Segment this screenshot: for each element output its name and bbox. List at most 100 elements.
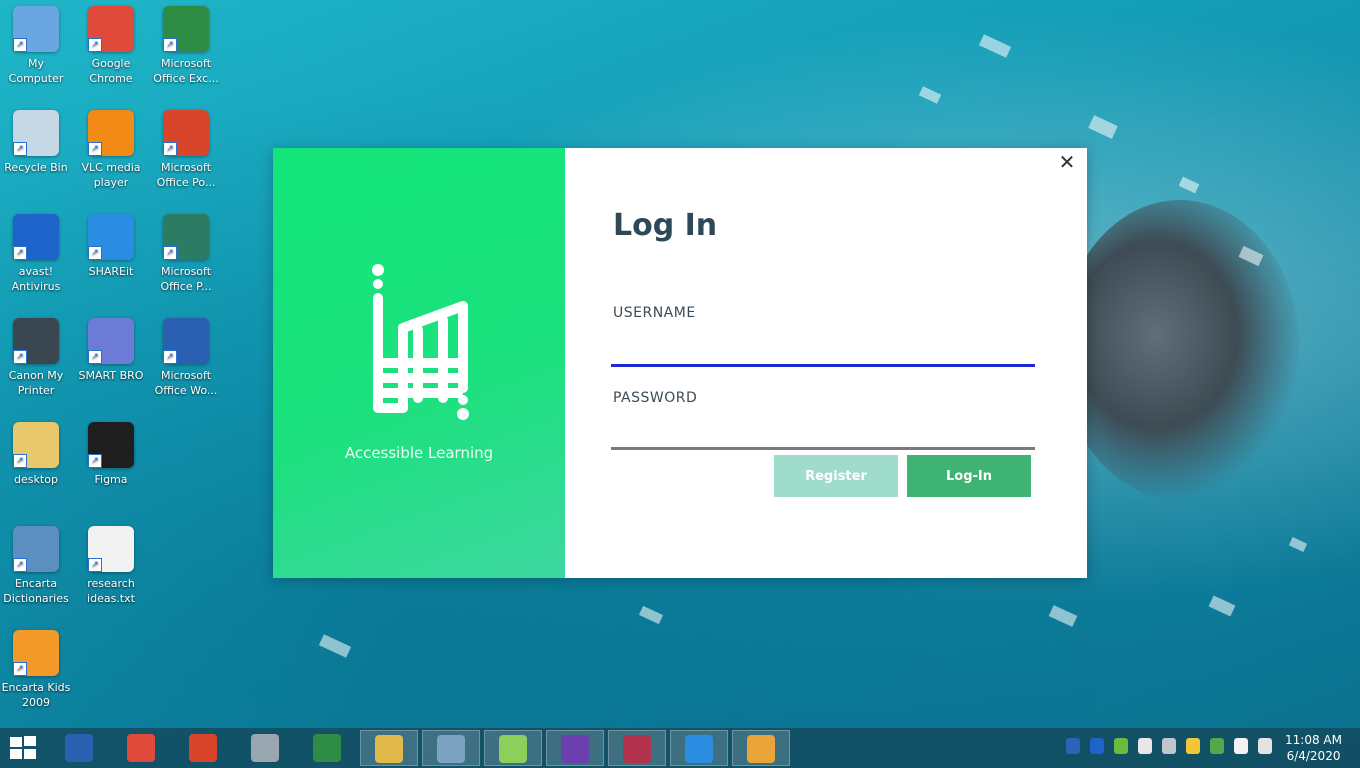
username-input[interactable] xyxy=(611,328,1035,367)
desktop-icon[interactable]: ↗ SHAREit xyxy=(75,208,147,279)
taskbar: 11:08 AM 6/4/2020 xyxy=(0,728,1360,768)
shortcut-arrow-icon: ↗ xyxy=(88,246,102,260)
taskbar-visual-studio-button[interactable] xyxy=(546,730,604,766)
desktop-icon[interactable]: ↗ research ideas.txt xyxy=(75,520,147,606)
taskbar-excel-button[interactable] xyxy=(298,730,356,766)
powerpoint-icon: ↗ xyxy=(163,110,209,156)
taskbar-task-manager-button[interactable] xyxy=(422,730,480,766)
encarta-dictionaries-icon: ↗ xyxy=(13,526,59,572)
taskbar-access-button[interactable] xyxy=(608,730,666,766)
shortcut-arrow-icon: ↗ xyxy=(13,38,27,52)
battery-tray-icon[interactable] xyxy=(1234,738,1248,754)
desktop-icon[interactable]: ↗ Microsoft Office P... xyxy=(150,208,222,294)
wallpaper-shard xyxy=(1048,605,1078,627)
desktop-icon[interactable]: ↗ Microsoft Office Exc... xyxy=(150,0,222,86)
shortcut-arrow-icon: ↗ xyxy=(13,662,27,676)
clock-time: 11:08 AM xyxy=(1285,733,1342,747)
taskbar-chrome-button[interactable] xyxy=(112,730,170,766)
login-button[interactable]: Log-In xyxy=(907,455,1031,497)
desktop-icon[interactable]: ↗ Encarta Dictionaries xyxy=(0,520,72,606)
shortcut-arrow-icon: ↗ xyxy=(88,454,102,468)
windows-logo-icon xyxy=(10,737,22,747)
taskbar-file-explorer-button[interactable] xyxy=(360,730,418,766)
calculator-icon xyxy=(251,734,279,762)
computer-icon: ↗ xyxy=(13,6,59,52)
utorrent-tray-icon[interactable] xyxy=(1114,738,1128,754)
printer-icon: ↗ xyxy=(13,318,59,364)
paint-app-icon xyxy=(747,735,775,763)
desktop-icon[interactable]: ↗ Microsoft Office Po... xyxy=(150,104,222,190)
desktop-icon-label: Recycle Bin xyxy=(4,161,68,174)
wallpaper-shard xyxy=(1178,176,1200,194)
shortcut-arrow-icon: ↗ xyxy=(13,350,27,364)
brand-name: Accessible Learning xyxy=(344,444,494,462)
close-icon[interactable]: ✕ xyxy=(1057,152,1077,172)
start-button[interactable] xyxy=(8,736,40,760)
smart-bro-icon: ↗ xyxy=(88,318,134,364)
username-label: USERNAME xyxy=(613,305,696,321)
desktop-icon-label: VLC media player xyxy=(81,161,141,189)
password-label: PASSWORD xyxy=(613,390,698,406)
shortcut-arrow-icon: ↗ xyxy=(88,558,102,572)
login-dialog: Accessible Learning ✕ Log In USERNAME PA… xyxy=(273,148,1087,578)
shortcut-arrow-icon: ↗ xyxy=(88,142,102,156)
desktop-icon[interactable]: ↗ Microsoft Office Wo... xyxy=(150,312,222,398)
shortcut-arrow-icon: ↗ xyxy=(13,558,27,572)
register-button[interactable]: Register xyxy=(774,455,898,497)
avast-icon: ↗ xyxy=(13,214,59,260)
desktop-icon[interactable]: ↗ desktop xyxy=(0,416,72,487)
desktop-icon[interactable]: ↗ My Computer xyxy=(0,0,72,86)
wallpaper-shard xyxy=(638,605,664,625)
wallpaper-shard xyxy=(1088,115,1118,139)
desktop-icon-label: research ideas.txt xyxy=(87,577,135,605)
taskbar-paint-app-button[interactable] xyxy=(732,730,790,766)
usb-tray-icon[interactable] xyxy=(1162,738,1176,754)
powerpoint-icon xyxy=(189,734,217,762)
signal-tray-icon[interactable] xyxy=(1186,738,1200,754)
wallpaper-shard xyxy=(918,86,942,104)
clock[interactable]: 11:08 AM 6/4/2020 xyxy=(1285,732,1342,764)
desktop-icon[interactable]: ↗ Recycle Bin xyxy=(0,104,72,175)
desktop-icon-label: Encarta Kids 2009 xyxy=(1,681,71,709)
shortcut-arrow-icon: ↗ xyxy=(163,246,177,260)
desktop-icon[interactable]: ↗ VLC media player xyxy=(75,104,147,190)
desktop-icon[interactable]: ↗ Figma xyxy=(75,416,147,487)
desktop-icon-label: Microsoft Office Po... xyxy=(156,161,216,189)
desktop-icon-label: Canon My Printer xyxy=(8,369,64,397)
shield-tray-icon[interactable] xyxy=(1210,738,1224,754)
info-tray-icon[interactable] xyxy=(1066,738,1080,754)
desktop-icon[interactable]: ↗ SMART BRO xyxy=(75,312,147,383)
folder-icon: ↗ xyxy=(13,422,59,468)
desktop-icon[interactable]: ↗ Google Chrome xyxy=(75,0,147,86)
desktop-icon-label: Figma xyxy=(94,473,128,486)
excel-icon: ↗ xyxy=(163,6,209,52)
wallpaper-shard xyxy=(1288,537,1308,552)
figma-icon: ↗ xyxy=(88,422,134,468)
taskbar-word-button[interactable] xyxy=(50,730,108,766)
desktop-icon-label: desktop xyxy=(14,473,58,486)
password-input[interactable] xyxy=(611,411,1035,450)
chrome-icon xyxy=(127,734,155,762)
desktop-icon-label: Encarta Dictionaries xyxy=(3,577,69,605)
security-tray-icon[interactable] xyxy=(1138,738,1152,754)
desktop-icon[interactable]: ↗ Encarta Kids 2009 xyxy=(0,624,72,710)
access-icon xyxy=(623,735,651,763)
desktop-icon[interactable]: ↗ Canon My Printer xyxy=(0,312,72,398)
shareit-icon: ↗ xyxy=(88,214,134,260)
taskbar-shareit-button[interactable] xyxy=(670,730,728,766)
taskbar-powerpoint-button[interactable] xyxy=(174,730,232,766)
desktop-icon[interactable]: ↗ avast! Antivirus xyxy=(0,208,72,294)
brand-panel: Accessible Learning xyxy=(273,148,565,578)
visual-studio-icon xyxy=(561,735,589,763)
network-tray-icon[interactable] xyxy=(1258,738,1272,754)
shareit-icon xyxy=(685,735,713,763)
desktop-icon-label: avast! Antivirus xyxy=(11,265,61,293)
recycle-bin-icon: ↗ xyxy=(13,110,59,156)
taskbar-notepad-plus-button[interactable] xyxy=(484,730,542,766)
vlc-icon: ↗ xyxy=(88,110,134,156)
avast-tray-icon[interactable] xyxy=(1090,738,1104,754)
taskbar-calculator-button[interactable] xyxy=(236,730,294,766)
wallpaper-rock xyxy=(1060,200,1300,500)
word-icon xyxy=(65,734,93,762)
excel-icon xyxy=(313,734,341,762)
